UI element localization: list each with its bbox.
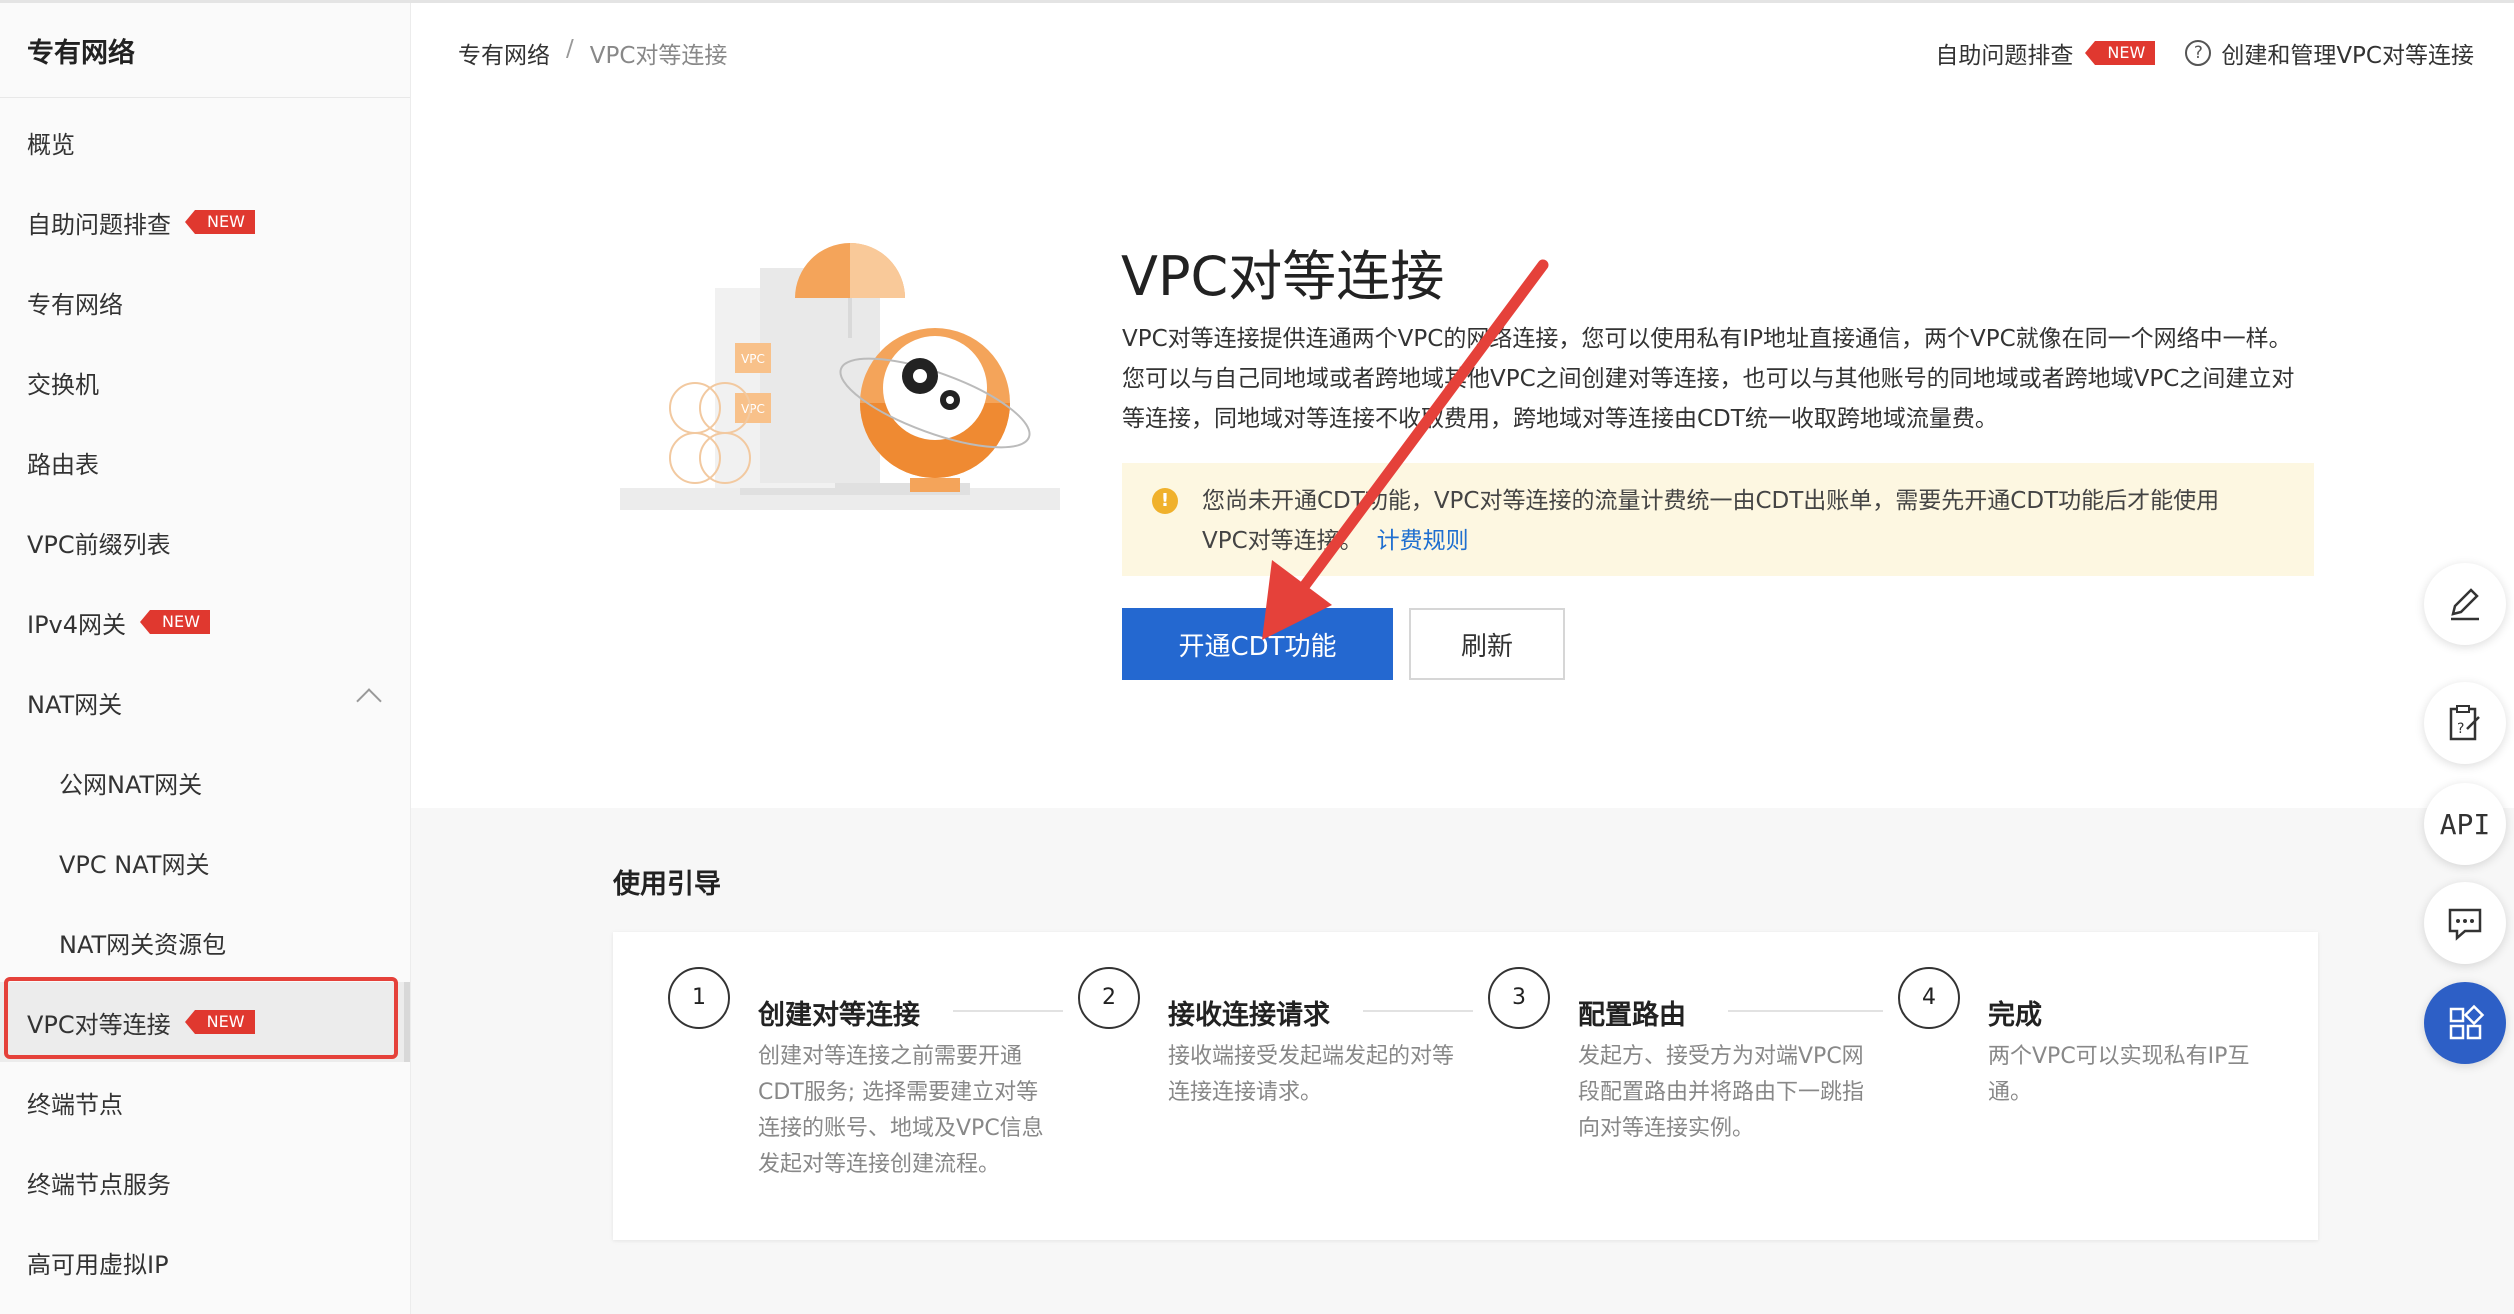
step-number: 3 bbox=[1488, 967, 1550, 1029]
sidebar-item-nat-gateway[interactable]: NAT网关 bbox=[0, 662, 410, 742]
sidebar-item-label: 公网NAT网关 bbox=[59, 770, 203, 799]
sidebar-item-label: 专有网络 bbox=[27, 290, 123, 319]
step-title: 配置路由 bbox=[1578, 1000, 1686, 1031]
sidebar-item-vpc-nat[interactable]: VPC NAT网关 bbox=[0, 822, 410, 902]
step-description: 创建对等连接之前需要开通CDT服务; 选择需要建立对等连接的账号、地域及VPC信… bbox=[758, 1044, 1044, 1177]
sidebar-item-nat-package[interactable]: NAT网关资源包 bbox=[0, 902, 410, 982]
notice-text: 您尚未开通CDT功能，VPC对等连接的流量计费统一由CDT出账单，需要先开通CD… bbox=[1202, 488, 2220, 554]
new-badge: NEW bbox=[2085, 41, 2156, 65]
billing-rules-link[interactable]: 计费规则 bbox=[1377, 528, 1469, 554]
header-links: 自助问题排查 NEW ? 创建和管理VPC对等连接 bbox=[1935, 36, 2474, 70]
apps-float-button[interactable] bbox=[2424, 982, 2506, 1064]
warning-icon: ! bbox=[1152, 488, 1178, 514]
feedback-float-button[interactable]: ? bbox=[2424, 682, 2506, 764]
page-title: VPC对等连接 bbox=[1121, 245, 1445, 308]
breadcrumb-separator: / bbox=[566, 36, 574, 62]
breadcrumb-current: VPC对等连接 bbox=[589, 43, 728, 69]
breadcrumb: 专有网络 / VPC对等连接 bbox=[458, 36, 727, 70]
sidebar-item-self-check[interactable]: 自助问题排查 NEW bbox=[0, 182, 410, 262]
sidebar-title: 专有网络 bbox=[27, 38, 135, 69]
clipboard-icon: ? bbox=[2449, 705, 2480, 741]
sidebar-item-prefix-list[interactable]: VPC前缀列表 bbox=[0, 502, 410, 582]
sidebar-item-label: IPv4网关 bbox=[27, 610, 127, 639]
annotation-highlight-box bbox=[4, 977, 398, 1059]
sidebar-item-label: VPC前缀列表 bbox=[27, 530, 171, 559]
step-description: 两个VPC可以实现私有IP互通。 bbox=[1988, 1044, 2250, 1105]
enable-cdt-button[interactable]: 开通CDT功能 bbox=[1122, 608, 1393, 680]
step-connector bbox=[953, 1010, 1063, 1012]
chat-float-button[interactable] bbox=[2424, 882, 2506, 964]
illustration-vpc-label: VPC bbox=[741, 402, 765, 416]
sidebar-item-label: 高可用虚拟IP bbox=[27, 1250, 169, 1279]
sidebar-item-label: 终端节点服务 bbox=[27, 1170, 171, 1199]
help-icon: ? bbox=[2185, 40, 2212, 66]
sidebar-item-label: NAT网关资源包 bbox=[59, 930, 227, 959]
chat-icon bbox=[2448, 908, 2482, 941]
edit-icon bbox=[2451, 588, 2479, 621]
sidebar-item-overview[interactable]: 概览 bbox=[0, 102, 410, 182]
sidebar-item-label: 路由表 bbox=[27, 450, 99, 479]
help-link[interactable]: 创建和管理VPC对等连接 bbox=[2221, 36, 2474, 70]
illustration-vpc-label: VPC bbox=[741, 352, 765, 366]
apps-icon bbox=[2449, 1004, 2485, 1040]
svg-text:?: ? bbox=[2457, 721, 2464, 737]
sidebar-item-label: 交换机 bbox=[27, 370, 99, 399]
new-badge: NEW bbox=[185, 210, 255, 234]
sidebar-item-label: 概览 bbox=[27, 130, 75, 159]
step-description: 发起方、接受方为对端VPC网段配置路由并将路由下一跳指向对等连接实例。 bbox=[1578, 1044, 1865, 1141]
step-number: 4 bbox=[1898, 967, 1960, 1029]
sidebar-item-ipv4-gateway[interactable]: IPv4网关 NEW bbox=[0, 582, 410, 662]
sidebar-item-public-nat[interactable]: 公网NAT网关 bbox=[0, 742, 410, 822]
sidebar-item-label: NAT网关 bbox=[27, 690, 123, 719]
api-float-button[interactable]: API bbox=[2424, 783, 2506, 865]
product-description: VPC对等连接提供连通两个VPC的网络连接，您可以使用私有IP地址直接通信，两个… bbox=[1122, 326, 2295, 432]
step-connector bbox=[1363, 1010, 1473, 1012]
sidebar-item-label: 自助问题排查 bbox=[27, 210, 171, 239]
self-check-link[interactable]: 自助问题排查 bbox=[1935, 36, 2073, 70]
vpc-peering-illustration: VPC VPC bbox=[620, 243, 1060, 510]
sidebar-divider bbox=[0, 97, 410, 98]
sidebar-item-endpoint-service[interactable]: 终端节点服务 bbox=[0, 1142, 410, 1222]
new-badge: NEW bbox=[140, 610, 210, 634]
sidebar: 专有网络 概览 自助问题排查 NEW 专有网络 交换机 路由表 VPC前缀列表 I… bbox=[0, 3, 411, 1314]
step-title: 创建对等连接 bbox=[758, 1000, 920, 1031]
sidebar-item-endpoint[interactable]: 终端节点 bbox=[0, 1062, 410, 1142]
sidebar-item-route-table[interactable]: 路由表 bbox=[0, 422, 410, 502]
step-number: 1 bbox=[668, 967, 730, 1029]
step-connector bbox=[1728, 1010, 1883, 1012]
api-icon: API bbox=[2439, 807, 2491, 841]
sidebar-item-label: VPC NAT网关 bbox=[59, 850, 210, 879]
step-description: 接收端接受发起端发起的对等连接连接请求。 bbox=[1168, 1044, 1455, 1105]
refresh-button[interactable]: 刷新 bbox=[1409, 608, 1565, 680]
step-title: 接收连接请求 bbox=[1168, 1000, 1330, 1031]
cdt-notice: ! 您尚未开通CDT功能，VPC对等连接的流量计费统一由CDT出账单，需要先开通… bbox=[1122, 463, 2314, 576]
edit-float-button[interactable] bbox=[2424, 563, 2506, 645]
sidebar-item-vswitch[interactable]: 交换机 bbox=[0, 342, 410, 422]
step-number: 2 bbox=[1078, 967, 1140, 1029]
guide-card: 1 创建对等连接 创建对等连接之前需要开通CDT服务; 选择需要建立对等连接的账… bbox=[613, 932, 2318, 1240]
sidebar-item-vpc[interactable]: 专有网络 bbox=[0, 262, 410, 342]
guide-title: 使用引导 bbox=[613, 869, 721, 900]
sidebar-item-label: 终端节点 bbox=[27, 1090, 123, 1119]
breadcrumb-root[interactable]: 专有网络 bbox=[458, 36, 550, 70]
sidebar-item-havip[interactable]: 高可用虚拟IP bbox=[0, 1222, 410, 1302]
chevron-up-icon[interactable] bbox=[356, 688, 382, 714]
step-title: 完成 bbox=[1988, 1000, 2042, 1031]
